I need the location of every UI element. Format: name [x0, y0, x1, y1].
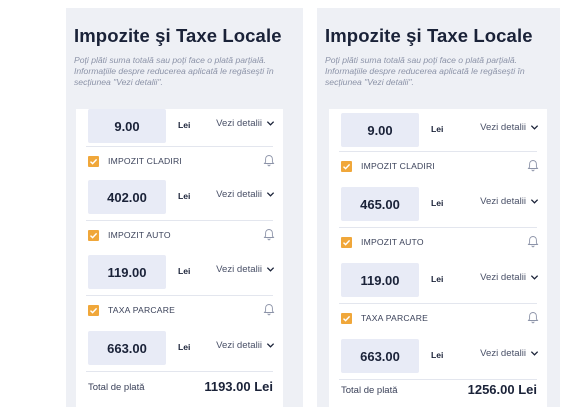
- tax-panel-left: Impozite şi Taxe Locale Poţi plăti suma …: [66, 8, 303, 407]
- tax-name: TAXA PARCARE: [108, 305, 176, 315]
- details-label: Vezi detalii: [216, 340, 262, 351]
- details-toggle[interactable]: Vezi detalii: [480, 196, 539, 207]
- amount-row: 465.00 Lei Vezi detalii: [329, 187, 547, 223]
- tax-name: IMPOZIT AUTO: [108, 230, 171, 240]
- check-icon: [343, 163, 351, 170]
- amount-input[interactable]: 119.00: [88, 255, 166, 289]
- tax-checkbox[interactable]: [341, 313, 352, 324]
- details-label: Vezi detalii: [480, 272, 526, 283]
- tax-item: IMPOZIT CLADIRI: [76, 154, 283, 172]
- chevron-down-icon: [266, 192, 275, 197]
- total-label: Total de plată: [88, 382, 145, 393]
- details-label: Vezi detalii: [480, 348, 526, 359]
- tax-checkbox[interactable]: [88, 230, 99, 241]
- tax-name: TAXA PARCARE: [361, 313, 429, 323]
- amount-input[interactable]: 663.00: [341, 339, 419, 373]
- currency-label: Lei: [431, 198, 444, 208]
- chevron-down-icon: [266, 343, 275, 348]
- amount-row: 9.00 Lei Vezi detalii: [76, 109, 283, 145]
- tax-panel-right: Impozite şi Taxe Locale Poţi plăti suma …: [317, 8, 560, 407]
- currency-label: Lei: [178, 120, 191, 130]
- tax-item: IMPOZIT CLADIRI: [329, 159, 547, 177]
- details-label: Vezi detalii: [216, 118, 262, 129]
- total-label: Total de plată: [341, 385, 398, 396]
- amount-input[interactable]: 663.00: [88, 331, 166, 365]
- tax-card: 9.00 Lei Vezi detalii IMPOZIT CLADIRI 40…: [76, 109, 283, 407]
- chevron-down-icon: [530, 275, 539, 280]
- amount-row: 119.00 Lei Vezi detalii: [329, 263, 547, 299]
- page-subtitle: Poţi plăti suma totală sau poţi face o p…: [74, 55, 274, 87]
- check-icon: [90, 307, 98, 314]
- amount-input[interactable]: 9.00: [341, 113, 419, 147]
- tax-card: 9.00 Lei Vezi detalii IMPOZIT CLADIRI 46…: [329, 109, 547, 407]
- tax-item: TAXA PARCARE: [76, 303, 283, 321]
- tax-checkbox[interactable]: [88, 305, 99, 316]
- currency-label: Lei: [431, 274, 444, 284]
- tax-name: IMPOZIT AUTO: [361, 237, 424, 247]
- page-title: Impozite şi Taxe Locale: [74, 25, 282, 46]
- check-icon: [90, 232, 98, 239]
- total-value: 1193.00 Lei: [204, 379, 273, 394]
- amount-row: 663.00 Lei Vezi detalii: [329, 339, 547, 375]
- divider: [339, 303, 537, 304]
- page-subtitle: Poţi plăti suma totală sau poţi face o p…: [325, 55, 525, 87]
- details-toggle[interactable]: Vezi detalii: [480, 122, 539, 133]
- amount-input[interactable]: 9.00: [88, 109, 166, 143]
- details-toggle[interactable]: Vezi detalii: [480, 348, 539, 359]
- divider: [339, 151, 537, 152]
- details-label: Vezi detalii: [216, 264, 262, 275]
- tax-item: IMPOZIT AUTO: [329, 235, 547, 253]
- check-icon: [343, 239, 351, 246]
- details-label: Vezi detalii: [480, 196, 526, 207]
- bell-icon[interactable]: [527, 159, 539, 172]
- tax-item: IMPOZIT AUTO: [76, 228, 283, 246]
- tax-name: IMPOZIT CLADIRI: [108, 156, 182, 166]
- currency-label: Lei: [178, 266, 191, 276]
- currency-label: Lei: [431, 350, 444, 360]
- amount-row: 663.00 Lei Vezi detalii: [76, 331, 283, 367]
- amount-row: 9.00 Lei Vezi detalii: [329, 113, 547, 149]
- chevron-down-icon: [530, 199, 539, 204]
- page-title: Impozite şi Taxe Locale: [325, 25, 533, 46]
- details-toggle[interactable]: Vezi detalii: [216, 189, 275, 200]
- chevron-down-icon: [530, 125, 539, 130]
- check-icon: [90, 158, 98, 165]
- tax-checkbox[interactable]: [88, 156, 99, 167]
- chevron-down-icon: [266, 121, 275, 126]
- details-toggle[interactable]: Vezi detalii: [480, 272, 539, 283]
- chevron-down-icon: [530, 351, 539, 356]
- bell-icon[interactable]: [263, 228, 275, 241]
- currency-label: Lei: [178, 191, 191, 201]
- bell-icon[interactable]: [263, 154, 275, 167]
- check-icon: [343, 315, 351, 322]
- amount-input[interactable]: 465.00: [341, 187, 419, 221]
- total-row: Total de plată 1256.00 Lei: [329, 377, 547, 407]
- total-value: 1256.00 Lei: [467, 382, 537, 397]
- details-toggle[interactable]: Vezi detalii: [216, 340, 275, 351]
- bell-icon[interactable]: [527, 235, 539, 248]
- tax-item: TAXA PARCARE: [329, 311, 547, 329]
- details-toggle[interactable]: Vezi detalii: [216, 118, 275, 129]
- chevron-down-icon: [266, 267, 275, 272]
- divider: [339, 227, 537, 228]
- tax-name: IMPOZIT CLADIRI: [361, 161, 435, 171]
- total-row: Total de plată 1193.00 Lei: [76, 367, 283, 407]
- currency-label: Lei: [431, 124, 444, 134]
- divider: [86, 295, 273, 296]
- divider: [86, 220, 273, 221]
- amount-row: 402.00 Lei Vezi detalii: [76, 180, 283, 216]
- divider: [86, 146, 273, 147]
- amount-row: 119.00 Lei Vezi detalii: [76, 255, 283, 291]
- tax-checkbox[interactable]: [341, 237, 352, 248]
- bell-icon[interactable]: [263, 303, 275, 316]
- details-label: Vezi detalii: [216, 189, 262, 200]
- bell-icon[interactable]: [527, 311, 539, 324]
- details-toggle[interactable]: Vezi detalii: [216, 264, 275, 275]
- tax-checkbox[interactable]: [341, 161, 352, 172]
- currency-label: Lei: [178, 342, 191, 352]
- details-label: Vezi detalii: [480, 122, 526, 133]
- amount-input[interactable]: 402.00: [88, 180, 166, 214]
- amount-input[interactable]: 119.00: [341, 263, 419, 297]
